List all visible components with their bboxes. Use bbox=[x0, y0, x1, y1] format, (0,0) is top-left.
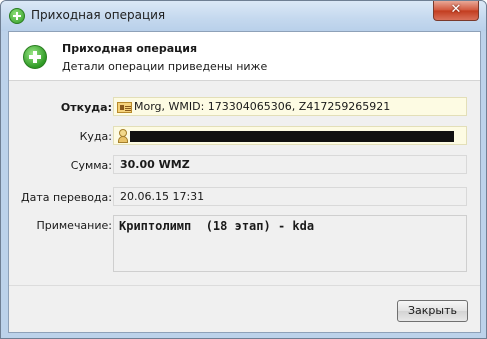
from-value: Morg, WMID: 173304065306, Z417259265921 bbox=[134, 100, 391, 113]
title-bar[interactable]: Приходная операция ✕ bbox=[1, 1, 486, 31]
add-green-icon bbox=[23, 45, 47, 69]
dialog-window: Приходная операция ✕ Приходная операция … bbox=[0, 0, 487, 339]
amount-field[interactable]: 30.00 WMZ bbox=[113, 155, 467, 174]
to-field[interactable] bbox=[113, 126, 467, 145]
contact-card-icon bbox=[117, 101, 132, 113]
user-icon bbox=[118, 129, 128, 143]
dialog-header: Приходная операция Детали операции приве… bbox=[9, 32, 480, 81]
window-close-button[interactable]: ✕ bbox=[433, 1, 479, 21]
from-label: Откуда: bbox=[60, 101, 112, 114]
redacted-value bbox=[130, 130, 454, 142]
dialog-body: Приходная операция Детали операции приве… bbox=[8, 31, 481, 333]
date-field[interactable]: 20.06.15 17:31 bbox=[113, 187, 467, 206]
note-field[interactable]: Криптолимп (18 этап) - kda bbox=[113, 215, 467, 272]
to-label: Куда: bbox=[79, 130, 112, 143]
from-field[interactable]: Morg, WMID: 173304065306, Z417259265921 bbox=[113, 97, 467, 116]
header-title: Приходная операция bbox=[62, 42, 198, 55]
window-title: Приходная операция bbox=[31, 8, 166, 22]
divider bbox=[9, 285, 480, 286]
note-label: Примечание: bbox=[36, 219, 112, 232]
close-icon: ✕ bbox=[450, 2, 462, 17]
close-button[interactable]: Закрыть bbox=[397, 300, 468, 322]
add-green-icon bbox=[9, 8, 25, 24]
amount-label: Сумма: bbox=[70, 159, 112, 172]
header-subtitle: Детали операции приведены ниже bbox=[62, 60, 268, 73]
date-label: Дата перевода: bbox=[21, 191, 112, 204]
